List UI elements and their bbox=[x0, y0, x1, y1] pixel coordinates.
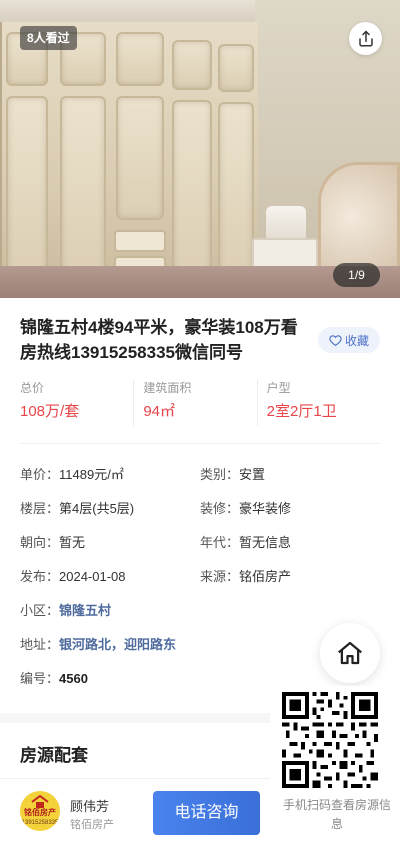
detail-key: 地址： bbox=[20, 637, 60, 652]
stat-label: 户型 bbox=[266, 381, 291, 395]
stat-value: 2室2厅1卫 bbox=[266, 403, 337, 420]
detail-key: 楼层： bbox=[20, 501, 60, 516]
detail-source: 来源：铭佰房产 bbox=[200, 567, 291, 587]
key-stats: 总价 108万/套 建筑面积 94㎡ 户型 2室2厅1卫 bbox=[20, 380, 380, 426]
detail-key: 编号： bbox=[20, 671, 60, 686]
detail-unit-price: 单价：11489元/㎡ bbox=[20, 465, 124, 485]
share-button[interactable] bbox=[349, 22, 382, 55]
home-icon bbox=[338, 641, 362, 665]
share-icon bbox=[358, 30, 373, 46]
detail-key: 朝向： bbox=[20, 535, 60, 550]
stat-layout: 户型 2室2厅1卫 bbox=[256, 380, 380, 426]
detail-value: 11489元/㎡ bbox=[59, 467, 124, 482]
photo-wardrobe bbox=[0, 22, 258, 298]
qr-caption: 手机扫码查看房源信息 bbox=[282, 798, 391, 831]
agent-avatar[interactable]: 铭佰房产 13915258335 bbox=[20, 791, 60, 831]
favorite-button[interactable]: 收藏 bbox=[318, 327, 380, 353]
detail-year: 年代：暂无信息 bbox=[200, 533, 291, 553]
divider bbox=[20, 443, 380, 444]
favorite-label: 收藏 bbox=[344, 333, 369, 348]
listing-title: 锦隆五村4楼94平米，豪华装108万看房热线13915258335微信同号 bbox=[20, 318, 298, 362]
detail-value: 安置 bbox=[239, 467, 266, 482]
community-link[interactable]: 锦隆五村 bbox=[59, 603, 111, 618]
stat-value: 94㎡ bbox=[143, 403, 176, 420]
detail-value: 铭佰房产 bbox=[239, 569, 292, 584]
detail-category: 类别：安置 bbox=[200, 465, 265, 485]
qr-code-icon bbox=[282, 692, 378, 788]
qr-panel: 手机扫码查看房源信息 bbox=[270, 686, 400, 849]
stat-label: 建筑面积 bbox=[143, 381, 192, 395]
detail-value: 暂无信息 bbox=[239, 535, 292, 550]
image-counter: 1/9 bbox=[333, 263, 380, 287]
detail-key: 单价： bbox=[20, 467, 60, 482]
views-badge: 8人看过 bbox=[20, 26, 77, 50]
detail-published: 发布：2024-01-08 bbox=[20, 567, 126, 587]
agent-logo-phone: 13915258335 bbox=[21, 820, 59, 826]
detail-decoration: 装修：豪华装修 bbox=[200, 499, 291, 519]
agent-company: 铭佰房产 bbox=[70, 819, 114, 831]
detail-key: 发布： bbox=[20, 569, 60, 584]
detail-address[interactable]: 地址：银河路北，迎阳路东 bbox=[20, 635, 176, 655]
detail-value: 第4层(共5层) bbox=[59, 501, 135, 516]
detail-key: 年代： bbox=[200, 535, 240, 550]
photo-lamp bbox=[266, 206, 306, 240]
detail-key: 类别： bbox=[200, 467, 240, 482]
detail-key: 小区： bbox=[20, 603, 60, 618]
address-link[interactable]: 银河路北，迎阳路东 bbox=[59, 637, 176, 652]
detail-value: 2024-01-08 bbox=[59, 569, 126, 584]
call-button[interactable]: 电话咨询 bbox=[153, 791, 260, 835]
stat-total-price: 总价 108万/套 bbox=[20, 380, 133, 426]
agent-logo-brand: 铭佰房产 bbox=[24, 808, 56, 817]
detail-floor: 楼层：第4层(共5层) bbox=[20, 499, 134, 519]
home-button[interactable] bbox=[320, 623, 380, 683]
detail-orientation: 朝向：暂无 bbox=[20, 533, 85, 553]
house-logo-icon bbox=[31, 795, 49, 808]
agent-name: 顾伟芳 bbox=[70, 799, 110, 814]
detail-value: 4560 bbox=[59, 671, 88, 686]
stat-value: 108万/套 bbox=[20, 403, 80, 420]
detail-value: 暂无 bbox=[59, 535, 86, 550]
detail-value: 豪华装修 bbox=[239, 501, 292, 516]
listing-photo[interactable]: 8人看过 1/9 bbox=[0, 0, 400, 298]
agent-bar: 铭佰房产 13915258335 顾伟芳 铭佰房产 电话咨询 bbox=[0, 778, 270, 849]
stat-area: 建筑面积 94㎡ bbox=[133, 380, 256, 426]
detail-key: 来源： bbox=[200, 569, 240, 584]
stat-label: 总价 bbox=[20, 381, 45, 395]
detail-code: 编号：4560 bbox=[20, 669, 88, 689]
heart-outline-icon bbox=[329, 334, 342, 346]
detail-community[interactable]: 小区：锦隆五村 bbox=[20, 601, 111, 621]
facilities-section-title: 房源配套 bbox=[20, 746, 88, 765]
detail-key: 装修： bbox=[200, 501, 240, 516]
